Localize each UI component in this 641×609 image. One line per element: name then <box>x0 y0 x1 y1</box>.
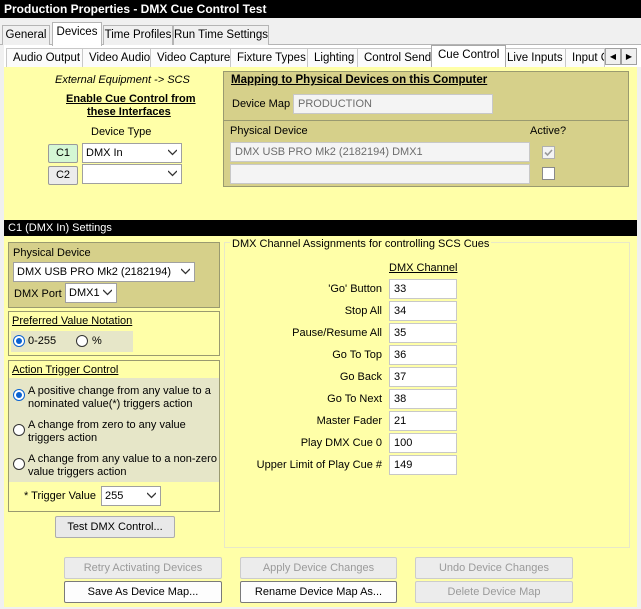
device-map-label: Device Map <box>232 98 291 110</box>
tab-general[interactable]: General <box>2 25 50 45</box>
apply-device-changes-button[interactable]: Apply Device Changes <box>240 557 397 579</box>
device-type-value-c1: DMX In <box>86 147 123 159</box>
dmx-channel-go-back[interactable]: 37 <box>389 367 457 387</box>
dmx-channel-upper-limit[interactable]: 149 <box>389 455 457 475</box>
dmx-channel-stop-all[interactable]: 34 <box>389 301 457 321</box>
external-equipment-label: External Equipment -> SCS <box>55 74 190 86</box>
notation-option-percent-label: % <box>92 335 102 347</box>
trigger-value-select[interactable]: 255 <box>101 486 161 506</box>
dmx-channel-master-fader[interactable]: 21 <box>389 411 457 431</box>
tab-scroll-arrows: ◀ ▶ <box>605 48 637 65</box>
tab-devices[interactable]: Devices <box>52 22 102 46</box>
interface-code-c1[interactable]: C1 <box>48 144 78 163</box>
enable-label-line2: these Interfaces <box>87 106 171 118</box>
dmx-channel-go-to-next[interactable]: 38 <box>389 389 457 409</box>
dmx-label-play-dmx-cue-0: Play DMX Cue 0 <box>300 437 382 449</box>
rename-device-map-button[interactable]: Rename Device Map As... <box>240 581 397 603</box>
trigger-radio-positive-change[interactable] <box>13 389 25 401</box>
trigger-radio-non-zero[interactable] <box>13 458 25 470</box>
mapping-title: Mapping to Physical Devices on this Comp… <box>231 74 488 86</box>
test-dmx-control-button[interactable]: Test DMX Control... <box>55 516 175 538</box>
chevron-down-icon <box>181 268 190 275</box>
enable-label-line1: Enable Cue Control from <box>66 93 196 105</box>
chevron-down-icon <box>147 492 156 499</box>
dmx-label-upper-limit: Upper Limit of Play Cue # <box>256 459 382 471</box>
dmx-channel-go-button[interactable]: 33 <box>389 279 457 299</box>
undo-device-changes-button[interactable]: Undo Device Changes <box>415 557 573 579</box>
device-map-field[interactable]: PRODUCTION <box>293 94 493 114</box>
dmx-label-master-fader: Master Fader <box>316 415 382 427</box>
dmx-channel-column-header: DMX Channel <box>389 262 458 274</box>
notation-option-0-255-label: 0-255 <box>28 335 57 347</box>
physical-device-value: DMX USB PRO Mk2 (2182194) <box>17 266 172 278</box>
retry-activating-devices-button[interactable]: Retry Activating Devices <box>64 557 222 579</box>
dmx-label-go-back: Go Back <box>339 371 382 383</box>
tab-live-inputs[interactable]: Live Inputs <box>500 48 570 67</box>
device-type-label: Device Type <box>91 126 152 138</box>
notation-title: Preferred Value Notation <box>12 315 133 327</box>
dmx-port-value: DMX1 <box>69 287 100 299</box>
tab-run-time-settings[interactable]: Run Time Settings <box>173 25 269 45</box>
physical-device-label: Physical Device <box>13 247 91 259</box>
dmx-label-stop-all: Stop All <box>344 305 382 317</box>
trigger-option-2-line1: A change from zero to any value <box>28 419 186 431</box>
dmx-port-label: DMX Port <box>14 288 62 300</box>
tab-fixture-types[interactable]: Fixture Types <box>230 48 313 67</box>
interface-code-c2[interactable]: C2 <box>48 166 78 185</box>
dmx-channel-go-to-top[interactable]: 36 <box>389 345 457 365</box>
trigger-value-label: * Trigger Value <box>24 490 96 502</box>
scroll-left-icon[interactable]: ◀ <box>605 48 621 65</box>
notation-radio-percent[interactable] <box>76 335 88 347</box>
chevron-down-icon <box>103 289 112 296</box>
save-as-device-map-button[interactable]: Save As Device Map... <box>64 581 222 603</box>
trigger-title: Action Trigger Control <box>12 364 119 376</box>
trigger-option-2-line2: triggers action <box>28 432 98 444</box>
physical-device-select[interactable]: DMX USB PRO Mk2 (2182194) <box>13 262 195 282</box>
dmx-port-select[interactable]: DMX1 <box>65 283 117 303</box>
dmx-channel-pause-resume[interactable]: 35 <box>389 323 457 343</box>
trigger-value: 255 <box>105 490 124 502</box>
tab-video-audio[interactable]: Video Audio <box>82 48 158 67</box>
dmx-label-pause-resume: Pause/Resume All <box>292 327 382 339</box>
check-icon <box>544 149 553 157</box>
notation-radio-0-255[interactable] <box>13 335 25 347</box>
device-tab-strip: Audio Output Video Audio Video Capture F… <box>4 45 641 67</box>
tab-cue-control[interactable]: Cue Control <box>431 45 507 67</box>
delete-device-map-button[interactable]: Delete Device Map <box>415 581 573 603</box>
settings-section-bar: C1 (DMX In) Settings <box>4 220 637 236</box>
tab-time-profiles[interactable]: Time Profiles <box>103 25 173 45</box>
dmx-channel-play-dmx-cue-0[interactable]: 100 <box>389 433 457 453</box>
device-type-select-c2[interactable] <box>82 164 182 184</box>
physical-device-field-2[interactable] <box>230 164 530 184</box>
chevron-down-icon <box>168 149 177 156</box>
tab-video-capture[interactable]: Video Capture <box>150 48 238 67</box>
tab-control-send[interactable]: Control Send <box>357 48 439 67</box>
window-title: Production Properties - DMX Cue Control … <box>0 0 641 18</box>
trigger-option-1-line1: A positive change from any value to a <box>28 385 211 397</box>
trigger-option-3-line2: value triggers action <box>28 466 127 478</box>
physical-device-field-1[interactable]: DMX USB PRO Mk2 (2182194) DMX1 <box>230 142 530 162</box>
physical-device-column-label: Physical Device <box>230 125 308 137</box>
dmx-label-go-button: 'Go' Button <box>328 283 382 295</box>
chevron-down-icon <box>168 170 177 177</box>
tab-lighting[interactable]: Lighting <box>307 48 362 67</box>
trigger-radio-from-zero[interactable] <box>13 424 25 436</box>
scroll-right-icon[interactable]: ▶ <box>621 48 637 65</box>
active-column-label: Active? <box>530 125 567 137</box>
tab-input-groups[interactable]: Input G <box>565 48 605 67</box>
dmx-assignments-title: DMX Channel Assignments for controlling … <box>230 238 492 250</box>
tab-audio-output[interactable]: Audio Output <box>6 48 88 67</box>
device-type-select-c1[interactable]: DMX In <box>82 143 182 163</box>
top-tab-strip: General Devices Time Profiles Run Time S… <box>0 22 641 46</box>
active-checkbox-2[interactable] <box>542 167 555 180</box>
active-checkbox-1[interactable] <box>542 146 555 159</box>
trigger-option-3-line1: A change from any value to a non-zero <box>28 453 217 465</box>
dmx-label-go-to-next: Go To Next <box>327 393 382 405</box>
dmx-label-go-to-top: Go To Top <box>332 349 382 361</box>
trigger-option-1-line2: nominated value(*) triggers action <box>28 398 193 410</box>
